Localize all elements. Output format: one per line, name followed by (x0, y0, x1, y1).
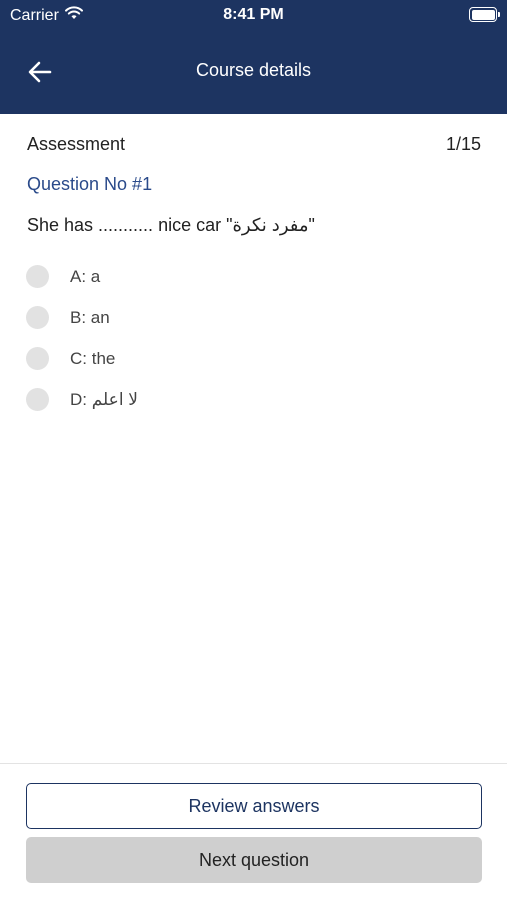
nav-bar: Course details (0, 44, 507, 104)
radio-button[interactable] (26, 306, 49, 329)
question-text: She has ........... nice car "مفرد نكرة" (27, 215, 315, 235)
option-d[interactable]: D: لا اعلم (26, 379, 480, 420)
radio-button[interactable] (26, 347, 49, 370)
review-answers-button[interactable]: Review answers (26, 783, 482, 829)
radio-button[interactable] (26, 388, 49, 411)
option-a[interactable]: A: a (26, 256, 480, 297)
question-number: Question No #1 (27, 174, 153, 194)
answer-options: A: a B: an C: the D: لا اعلم (26, 256, 480, 420)
status-bar: Carrier 8:41 PM (0, 0, 507, 30)
option-label: A: a (70, 266, 101, 286)
option-label: D: لا اعلم (70, 389, 138, 409)
option-label: B: an (70, 307, 110, 327)
option-c[interactable]: C: the (26, 338, 480, 379)
battery-icon (469, 7, 500, 22)
assessment-header-row: Assessment 1/15 (27, 134, 481, 155)
app-header: Carrier 8:41 PM Course details (0, 0, 507, 114)
next-question-button[interactable]: Next question (26, 837, 482, 883)
question-progress: 1/15 (445, 134, 481, 154)
status-time: 8:41 PM (223, 6, 284, 23)
assessment-label: Assessment (27, 134, 126, 154)
page-title: Course details (195, 60, 312, 80)
footer-divider (0, 763, 507, 764)
radio-button[interactable] (26, 265, 49, 288)
option-b[interactable]: B: an (26, 297, 480, 338)
option-label: C: the (70, 348, 116, 368)
